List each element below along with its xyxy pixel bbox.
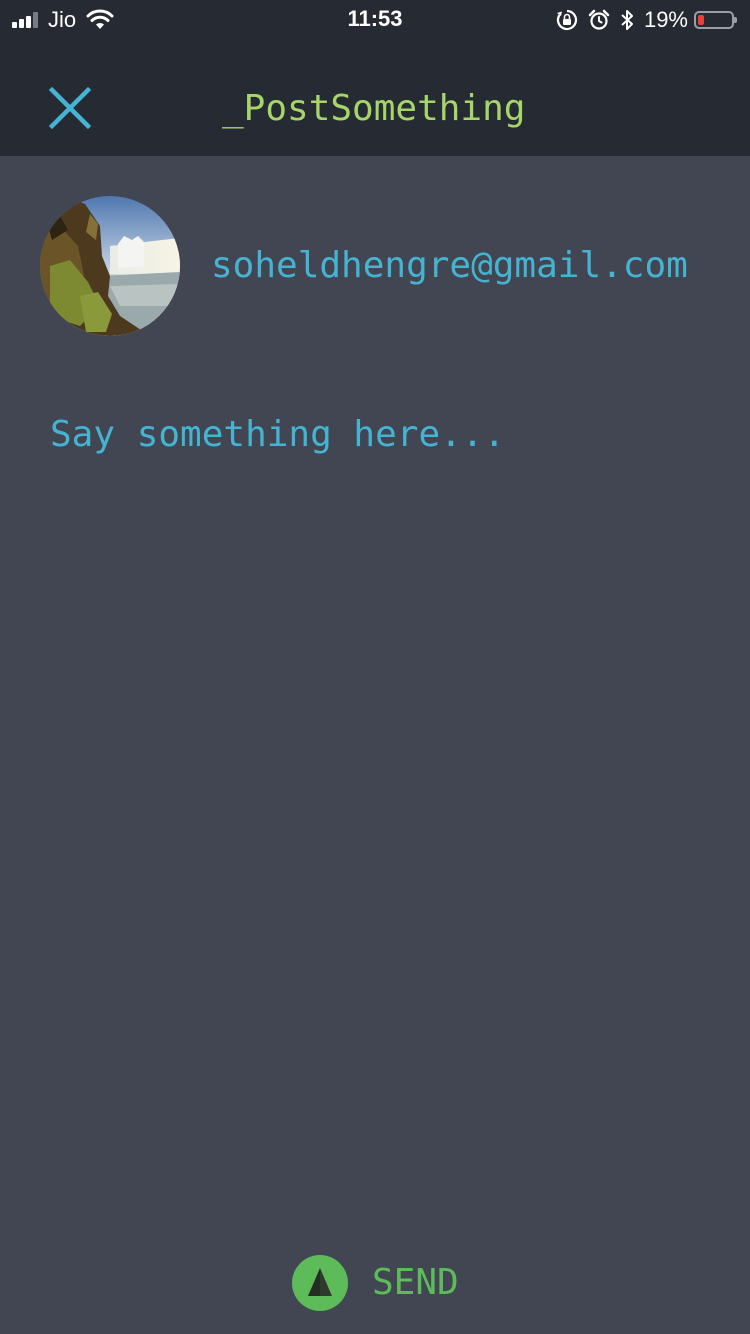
user-email: soheldhengre@gmail.com — [211, 245, 688, 286]
rotation-lock-icon — [556, 9, 578, 31]
status-bar: Jio 11:53 19% — [0, 0, 750, 40]
send-arrow-icon[interactable] — [306, 1266, 334, 1300]
status-bar-right: 19% — [546, 7, 737, 32]
alarm-icon — [588, 9, 610, 30]
post-text-input[interactable] — [50, 410, 700, 1190]
avatar — [40, 196, 180, 336]
battery-percentage: 19% — [643, 7, 688, 32]
page-title: _PostSomething — [222, 88, 526, 129]
send-label[interactable]: SEND — [372, 1261, 459, 1305]
send-circle[interactable] — [292, 1255, 348, 1311]
battery-level-fill — [698, 15, 704, 25]
bluetooth-icon — [621, 10, 633, 30]
avatar-image — [40, 196, 180, 336]
close-button[interactable] — [46, 84, 94, 132]
send-button[interactable]: SEND — [292, 1254, 459, 1312]
close-icon[interactable] — [46, 84, 94, 132]
battery-icon — [694, 11, 737, 29]
